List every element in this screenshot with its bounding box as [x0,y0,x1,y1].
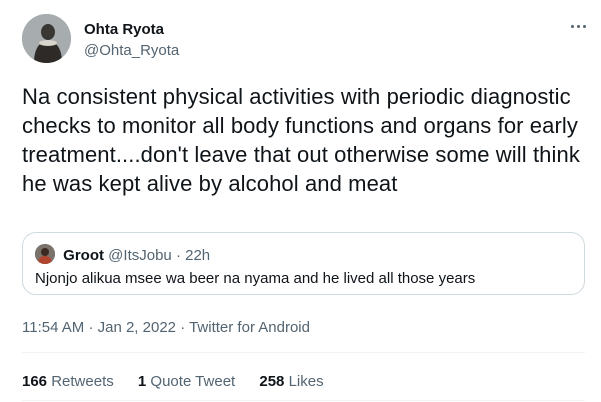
retweets-count: 166 [22,373,48,390]
quoted-author-name: Groot [63,247,104,264]
tweet-source[interactable]: Twitter for Android [189,319,310,336]
quote-tweets-count: 1 [137,373,147,390]
meta-separator: · [180,319,186,336]
tweet-metadata: 11:54 AM · Jan 2, 2022 · Twitter for And… [22,318,310,338]
tweet-header: Ohta Ryota @Ohta_Ryota [22,14,586,66]
quoted-author-handle: @ItsJobu [108,247,172,264]
tweet-date[interactable]: Jan 2, 2022 [98,319,176,336]
quoted-timestamp: 22h [185,247,211,264]
tweet-text: Na consistent physical activities with p… [22,84,580,196]
retweets-label: Retweets [51,373,114,390]
quoted-separator: · [175,247,181,264]
engagement-stats: 166 Retweets 1 Quote Tweet 258 Likes [22,372,344,392]
meta-separator: · [88,319,94,336]
author-name[interactable]: Ohta Ryota [84,21,179,39]
quoted-tweet-header: Groot @ItsJobu · 22h [35,244,210,265]
quoted-tweet-text: Njonjo alikua msee wa beer na nyama and … [35,270,476,287]
quoted-tweet[interactable]: Groot @ItsJobu · 22h Njonjo alikua msee … [22,232,585,295]
quote-tweets-label: Quote Tweet [150,373,236,390]
likes-count: 258 [259,373,285,390]
more-options-icon[interactable] [566,16,592,36]
likes-label: Likes [288,373,324,390]
divider [22,400,585,401]
quote-tweets-stat[interactable]: 1 Quote Tweet [138,372,235,392]
retweets-stat[interactable]: 166 Retweets [22,372,114,392]
quoted-author-avatar [35,244,55,264]
quoted-avatar-image [35,244,55,264]
author-handle[interactable]: @Ohta_Ryota [84,41,179,61]
divider [22,352,585,353]
likes-stat[interactable]: 258 Likes [259,372,323,392]
avatar-image [22,14,71,63]
author-avatar[interactable] [22,14,71,63]
tweet-time[interactable]: 11:54 AM [22,319,84,336]
